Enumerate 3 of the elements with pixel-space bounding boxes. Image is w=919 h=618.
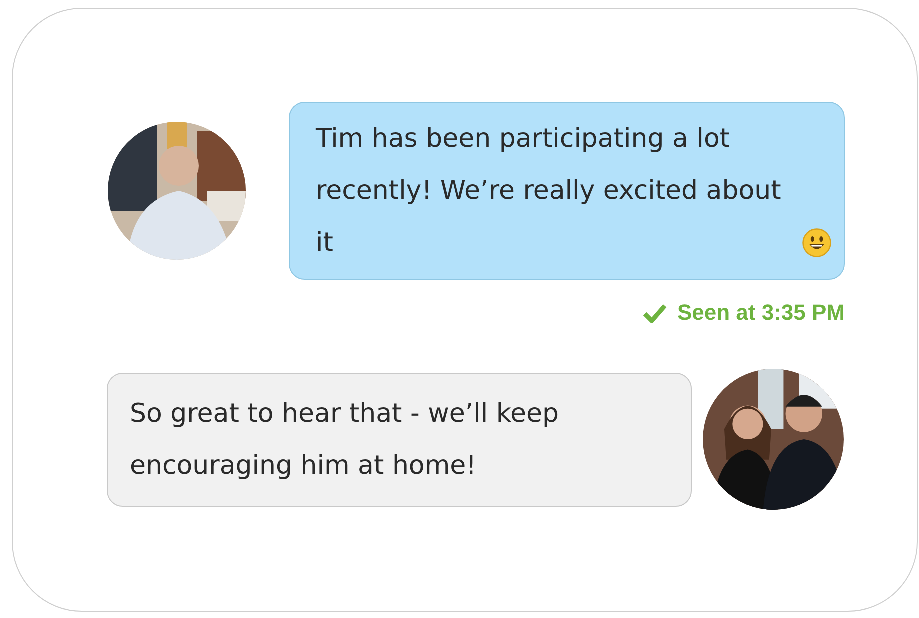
message-text: Tim has been participating a lot recently! We’re really excited about it — [316, 123, 782, 260]
seen-status: Seen at 3:35 PM — [677, 300, 845, 326]
message-text: So great to hear that - we’ll keep encouraging him at home! — [130, 398, 560, 482]
